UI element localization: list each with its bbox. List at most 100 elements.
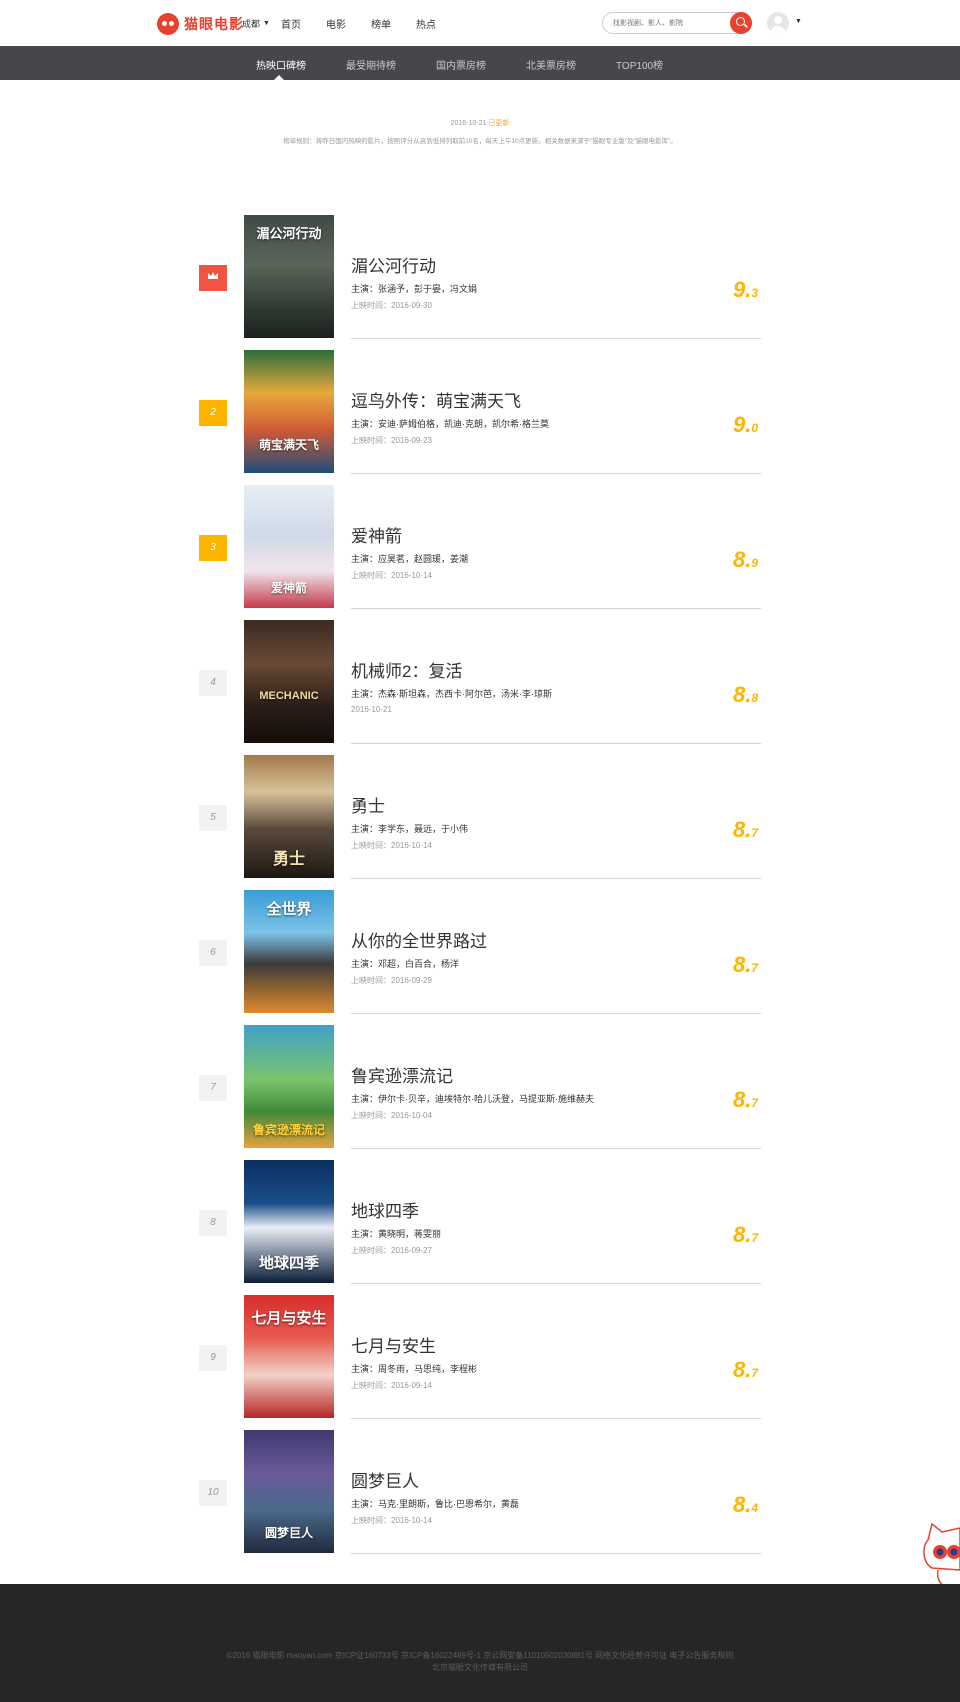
movie-actors: 主演：马克·里朗斯，鲁比·巴恩希尔，黄磊 bbox=[351, 1499, 519, 1509]
movie-info: 机械师2：复活 主演：杰森·斯坦森，杰西卡·阿尔芭，汤米·李·琼斯 2016-1… bbox=[351, 662, 761, 714]
movie-poster[interactable]: 圆梦巨人 bbox=[244, 1430, 334, 1553]
score-integer: 8. bbox=[733, 817, 752, 842]
search-icon-handle bbox=[744, 23, 748, 28]
movie-title[interactable]: 爱神箭 bbox=[351, 527, 761, 547]
rank-badge: 10 bbox=[199, 1480, 227, 1506]
release-date: 上映时间：2016-10-14 bbox=[351, 571, 432, 580]
movie-info: 七月与安生 主演：周冬雨，马思纯，李程彬 上映时间：2016-09-14 bbox=[351, 1337, 761, 1391]
rank-badge: 2 bbox=[199, 400, 227, 426]
movie-poster[interactable]: 鲁宾逊漂流记 bbox=[244, 1025, 334, 1148]
movie-title[interactable]: 逗鸟外传：萌宝满天飞 bbox=[351, 392, 761, 412]
movie-title[interactable]: 机械师2：复活 bbox=[351, 662, 761, 682]
top-header: 猫眼电影 成都 ▼ 首页 电影 榜单 热点 ▼ bbox=[0, 0, 960, 46]
movie-info: 鲁宾逊漂流记 主演：伊尔卡·贝辛，迪埃特尔·哈儿沃登，马提亚斯·施维赫夫 上映时… bbox=[351, 1067, 761, 1121]
search-button[interactable] bbox=[730, 12, 752, 34]
movie-poster[interactable]: 勇士 bbox=[244, 755, 334, 878]
tab-domestic-box-office[interactable]: 国内票房榜 bbox=[436, 57, 486, 72]
nav-movies[interactable]: 电影 bbox=[326, 16, 346, 31]
score-fraction: 4 bbox=[751, 1501, 759, 1515]
divider bbox=[351, 1418, 761, 1419]
board-item: 5 勇士 勇士 主演：李学东，聂远，于小伟 上映时间：2016-10-14 8.… bbox=[0, 755, 960, 890]
movie-score: 8.4 bbox=[733, 1492, 758, 1518]
board-item: 湄公河行动 湄公河行动 主演：张涵予，彭于晏，冯文娟 上映时间：2016-09-… bbox=[0, 215, 960, 350]
movie-score: 8.8 bbox=[733, 682, 758, 708]
movie-actors: 主演：伊尔卡·贝辛，迪埃特尔·哈儿沃登，马提亚斯·施维赫夫 bbox=[351, 1094, 594, 1104]
movie-title[interactable]: 从你的全世界路过 bbox=[351, 932, 761, 952]
poster-title: 圆梦巨人 bbox=[264, 1526, 313, 1540]
footer-company: 北京猫眼文化传媒有限公司 bbox=[432, 1663, 528, 1672]
score-integer: 8. bbox=[733, 1222, 752, 1247]
divider bbox=[351, 473, 761, 474]
poster-title: MECHANIC bbox=[259, 690, 319, 702]
score-integer: 8. bbox=[733, 952, 752, 977]
release-date: 上映时间：2016-09-23 bbox=[351, 436, 432, 445]
user-menu-chevron-icon[interactable]: ▼ bbox=[795, 18, 802, 25]
movie-score: 8.7 bbox=[733, 952, 758, 978]
update-tag: 已更新 bbox=[488, 120, 510, 127]
movie-poster[interactable]: 湄公河行动 bbox=[244, 215, 334, 338]
divider bbox=[351, 338, 761, 339]
nav-hot[interactable]: 热点 bbox=[416, 16, 436, 31]
movie-poster[interactable]: 地球四季 bbox=[244, 1160, 334, 1283]
poster-title: 勇士 bbox=[272, 851, 305, 868]
board-item: 6 全世界 从你的全世界路过 主演：邓超，白百合，杨洋 上映时间：2016-09… bbox=[0, 890, 960, 1025]
movie-score: 9.0 bbox=[733, 412, 758, 438]
logo-text: 猫眼电影 bbox=[184, 16, 244, 32]
movie-title[interactable]: 鲁宾逊漂流记 bbox=[351, 1067, 761, 1087]
cat-mascot-icon[interactable] bbox=[918, 1518, 960, 1594]
movie-title[interactable]: 勇士 bbox=[351, 797, 761, 817]
score-fraction: 7 bbox=[751, 1366, 759, 1380]
divider bbox=[351, 743, 761, 744]
search-input[interactable] bbox=[613, 17, 713, 29]
active-tab-indicator bbox=[274, 75, 284, 80]
movie-info: 湄公河行动 主演：张涵予，彭于晏，冯文娟 上映时间：2016-09-30 bbox=[351, 257, 761, 311]
movie-info: 逗鸟外传：萌宝满天飞 主演：安迪·萨姆伯格，凯迪·克朗，凯尔希·格兰莫 上映时间… bbox=[351, 392, 761, 446]
board-tabs: 热映口碑榜 最受期待榜 国内票房榜 北美票房榜 TOP100榜 bbox=[0, 46, 960, 80]
poster-title: 鲁宾逊漂流记 bbox=[252, 1123, 325, 1137]
tab-most-expected[interactable]: 最受期待榜 bbox=[346, 57, 396, 72]
movie-info: 勇士 主演：李学东，聂远，于小伟 上映时间：2016-10-14 bbox=[351, 797, 761, 851]
score-fraction: 0 bbox=[751, 421, 759, 435]
movie-title[interactable]: 湄公河行动 bbox=[351, 257, 761, 277]
tab-hot-reputation[interactable]: 热映口碑榜 bbox=[256, 57, 306, 72]
update-date: 2016-10-21 bbox=[450, 120, 487, 127]
nav-home[interactable]: 首页 bbox=[281, 16, 301, 31]
crown-icon bbox=[208, 272, 218, 279]
rank-badge: 4 bbox=[199, 670, 227, 696]
score-integer: 8. bbox=[733, 547, 752, 572]
movie-poster[interactable]: 爱神箭 bbox=[244, 485, 334, 608]
tab-north-america-box-office[interactable]: 北美票房榜 bbox=[526, 57, 576, 72]
movie-poster[interactable]: 七月与安生 bbox=[244, 1295, 334, 1418]
city-selector[interactable]: 成都 ▼ bbox=[242, 17, 270, 30]
logo[interactable]: 猫眼电影 bbox=[157, 12, 244, 36]
board-item: 2 萌宝满天飞 逗鸟外传：萌宝满天飞 主演：安迪·萨姆伯格，凯迪·克朗，凯尔希·… bbox=[0, 350, 960, 485]
movie-poster[interactable]: 萌宝满天飞 bbox=[244, 350, 334, 473]
score-integer: 8. bbox=[733, 1492, 752, 1517]
nav-boards[interactable]: 榜单 bbox=[371, 16, 391, 31]
rank-badge: 5 bbox=[199, 805, 227, 831]
release-date: 上映时间：2016-09-27 bbox=[351, 1246, 432, 1255]
movie-title[interactable]: 圆梦巨人 bbox=[351, 1472, 761, 1492]
movie-poster[interactable]: MECHANIC bbox=[244, 620, 334, 743]
poster-title: 七月与安生 bbox=[251, 1310, 327, 1327]
board-item: 9 七月与安生 七月与安生 主演：周冬雨，马思纯，李程彬 上映时间：2016-0… bbox=[0, 1295, 960, 1430]
chevron-down-icon: ▼ bbox=[263, 20, 270, 27]
footer-copyright: ©2016 猫眼电影 maoyan.com 京ICP证160733号 京ICP备… bbox=[226, 1651, 734, 1660]
movie-poster[interactable]: 全世界 bbox=[244, 890, 334, 1013]
poster-title: 地球四季 bbox=[258, 1255, 319, 1272]
poster-title: 湄公河行动 bbox=[256, 226, 322, 241]
movie-actors: 主演：邓超，白百合，杨洋 bbox=[351, 959, 460, 969]
movie-title[interactable]: 七月与安生 bbox=[351, 1337, 761, 1357]
divider bbox=[351, 608, 761, 609]
divider bbox=[351, 1553, 761, 1554]
movie-title[interactable]: 地球四季 bbox=[351, 1202, 761, 1222]
score-fraction: 9 bbox=[751, 556, 759, 570]
score-fraction: 7 bbox=[751, 826, 759, 840]
movie-actors: 主演：张涵予，彭于晏，冯文娟 bbox=[351, 284, 478, 294]
rank-badge: 8 bbox=[199, 1210, 227, 1236]
avatar[interactable] bbox=[767, 12, 789, 34]
score-integer: 8. bbox=[733, 682, 752, 707]
tab-top100[interactable]: TOP100榜 bbox=[616, 57, 663, 72]
movie-actors: 主演：周冬雨，马思纯，李程彬 bbox=[351, 1364, 478, 1374]
rank-badge: 7 bbox=[199, 1075, 227, 1101]
